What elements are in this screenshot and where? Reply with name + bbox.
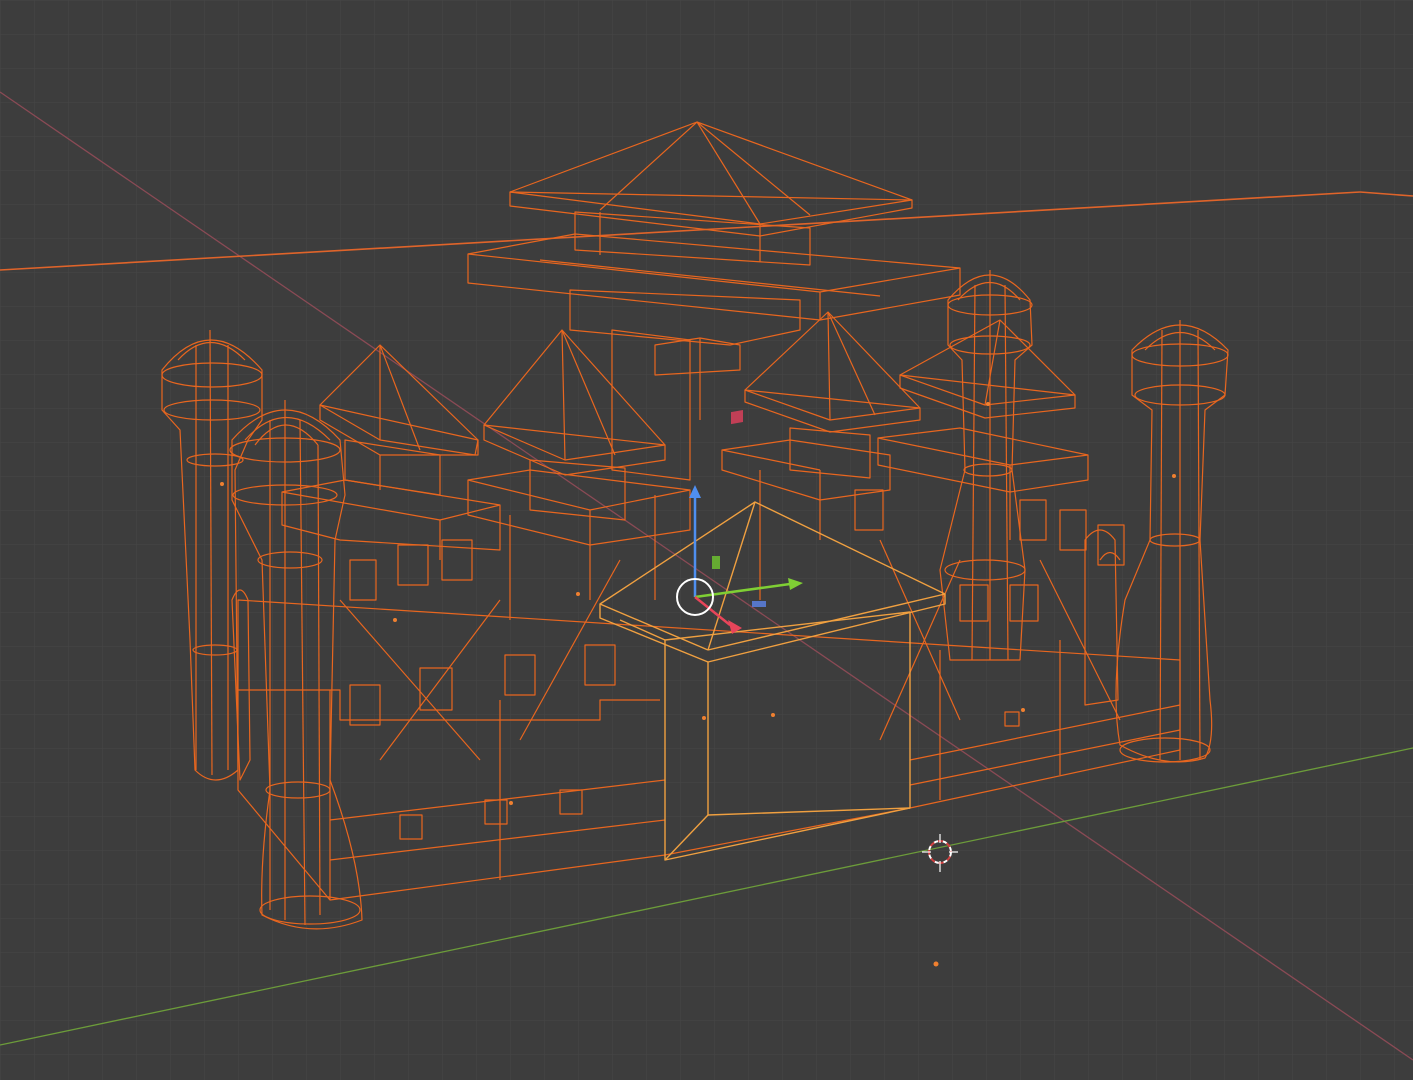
- origin-dot-icon: [1172, 474, 1176, 478]
- origin-dot-icon: [986, 402, 990, 406]
- origin-dot-icon: [220, 482, 224, 486]
- origin-dot-icon: [393, 618, 397, 622]
- viewport-canvas[interactable]: [0, 0, 1413, 1080]
- origin-dot-icon: [509, 801, 513, 805]
- floor-grid: [0, 0, 1413, 1080]
- origin-dot-icon: [576, 592, 580, 596]
- origin-dot-icon: [771, 713, 775, 717]
- 3d-viewport[interactable]: [0, 0, 1413, 1080]
- origin-dot-icon: [1021, 708, 1025, 712]
- origin-dot-icon: [933, 961, 939, 967]
- origin-dot-icon: [702, 716, 706, 720]
